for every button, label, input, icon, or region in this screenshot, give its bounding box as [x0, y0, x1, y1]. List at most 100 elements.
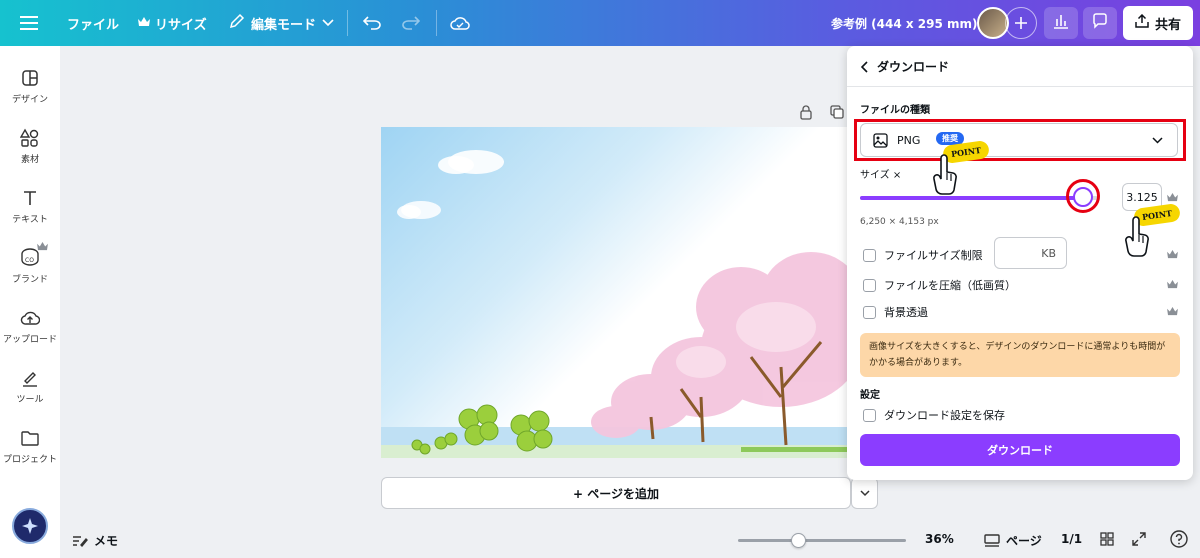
comment-icon	[1092, 13, 1108, 33]
save-download-settings-label: ダウンロード設定を保存	[884, 409, 1005, 422]
duplicate-icon[interactable]	[829, 104, 845, 120]
settings-label: 設定	[860, 390, 880, 401]
panel-title: ダウンロード	[877, 60, 950, 74]
pencil-icon	[229, 13, 245, 33]
document-title[interactable]: 参考例 (444 x 295 mm)	[831, 0, 978, 46]
shapes-icon	[20, 128, 39, 147]
zoom-level[interactable]: 36%	[925, 532, 954, 546]
compress-file-option[interactable]: ファイルを圧縮（低画質）	[863, 277, 1016, 293]
cloud-saved-icon[interactable]	[450, 0, 470, 46]
svg-text:CO: CO	[25, 257, 34, 264]
crown-icon	[1167, 280, 1178, 289]
resize-label: リサイズ	[155, 17, 207, 33]
upload-icon	[1135, 13, 1149, 32]
pointing-hand-icon	[933, 154, 957, 195]
draw-tool-icon	[23, 372, 37, 387]
panel-header[interactable]: ダウンロード	[861, 58, 949, 75]
transparent-background-label: 背景透過	[884, 306, 928, 319]
sidebar-item-label: アップロード	[2, 335, 57, 345]
sidebar-item-label: ブランド	[11, 275, 48, 285]
add-page-button[interactable]: + ページを追加	[381, 477, 851, 509]
sidebar-item-label: テキスト	[12, 215, 48, 225]
pixel-dimensions: 6,250 × 4,153 px	[860, 217, 939, 227]
top-toolbar: ファイル リサイズ 編集モード 参考例 (444 x 295 mm) 共有	[0, 0, 1200, 46]
text-icon	[24, 191, 36, 205]
pages-icon	[984, 533, 1000, 547]
divider	[847, 86, 1193, 87]
file-type-highlight-box	[854, 119, 1186, 161]
redo-icon[interactable]	[402, 0, 420, 46]
sidebar-item-label: ツール	[16, 395, 44, 405]
folder-icon	[21, 431, 39, 446]
edit-mode-dropdown[interactable]: 編集モード	[229, 0, 334, 46]
size-slider[interactable]	[860, 196, 1100, 200]
file-size-limit-label: ファイルサイズ制限	[884, 249, 983, 262]
crown-icon	[138, 16, 150, 31]
toolbar-divider	[436, 10, 437, 36]
sidebar: デザイン 素材 テキスト CO ブランド アップロード ツール プロジェクト	[0, 46, 60, 558]
download-button[interactable]: ダウンロード	[860, 434, 1180, 466]
share-label: 共有	[1154, 17, 1181, 33]
sidebar-item-label: 素材	[20, 155, 39, 165]
cloud-upload-icon	[20, 311, 40, 325]
sparkle-icon	[22, 518, 38, 534]
chevron-down-icon	[859, 489, 870, 496]
edit-mode-label: 編集モード	[251, 17, 317, 33]
brand-icon: CO	[21, 248, 39, 266]
sidebar-item-text[interactable]: テキスト	[0, 182, 60, 232]
notes-icon	[73, 535, 88, 547]
comments-button[interactable]	[1083, 7, 1117, 39]
crown-icon	[37, 242, 48, 251]
sidebar-item-brand[interactable]: CO ブランド	[0, 242, 60, 292]
sidebar-item-label: プロジェクト	[2, 455, 57, 465]
size-slider-fill	[860, 196, 1084, 200]
add-collaborator-button[interactable]	[1005, 7, 1037, 39]
transparent-background-option[interactable]: 背景透過	[863, 304, 928, 320]
insights-button[interactable]	[1044, 7, 1078, 39]
design-page[interactable]	[381, 127, 851, 458]
crown-icon	[1167, 307, 1178, 316]
toolbar-divider	[347, 10, 348, 36]
layout-icon	[22, 70, 38, 86]
bar-chart-icon	[1053, 13, 1069, 33]
compress-file-checkbox[interactable]	[863, 278, 876, 292]
file-size-limit-option[interactable]: ファイルサイズ制限	[863, 247, 983, 263]
chevron-left-icon[interactable]	[861, 60, 869, 73]
bottom-toolbar: メモ 36% ページ 1/1	[60, 524, 1200, 558]
pages-button[interactable]: ページ	[984, 532, 1042, 549]
chevron-down-icon	[322, 16, 334, 31]
help-icon[interactable]	[1170, 530, 1188, 548]
file-size-limit-checkbox[interactable]	[863, 248, 876, 262]
grid-view-icon[interactable]	[1100, 532, 1114, 546]
lock-icon[interactable]	[798, 104, 814, 120]
save-download-settings-checkbox[interactable]	[863, 408, 876, 422]
sidebar-item-elements[interactable]: 素材	[0, 122, 60, 172]
compress-file-label: ファイルを圧縮（低画質）	[884, 279, 1016, 292]
notes-button[interactable]: メモ	[72, 532, 118, 549]
zoom-slider[interactable]	[738, 533, 906, 548]
sidebar-item-projects[interactable]: プロジェクト	[0, 422, 60, 472]
sidebar-item-design[interactable]: デザイン	[0, 62, 60, 112]
share-button[interactable]: 共有	[1123, 6, 1193, 40]
sidebar-item-label: デザイン	[11, 95, 48, 105]
sidebar-item-uploads[interactable]: アップロード	[0, 302, 60, 352]
page-counter: 1/1	[1061, 532, 1083, 546]
slider-highlight-circle	[1066, 179, 1101, 213]
spring-cherry-blossom-illustration	[381, 150, 851, 458]
sidebar-item-tools[interactable]: ツール	[0, 362, 60, 412]
zoom-slider-thumb[interactable]	[791, 533, 807, 548]
pages-label: ページ	[1006, 534, 1042, 548]
transparent-background-checkbox[interactable]	[863, 305, 876, 319]
resize-button[interactable]: リサイズ	[138, 0, 207, 46]
file-menu[interactable]: ファイル	[67, 0, 119, 46]
crown-icon	[1167, 250, 1178, 259]
fullscreen-icon[interactable]	[1132, 532, 1146, 546]
magic-assistant-button[interactable]	[12, 508, 48, 544]
undo-icon[interactable]	[363, 0, 381, 46]
page-options-button[interactable]	[851, 477, 878, 509]
file-size-kb-input[interactable]: KB	[994, 237, 1067, 269]
pointing-hand-icon	[1125, 216, 1149, 257]
size-label: サイズ ×	[860, 170, 902, 181]
save-download-settings-option[interactable]: ダウンロード設定を保存	[863, 407, 1005, 423]
menu-icon[interactable]	[20, 0, 38, 46]
